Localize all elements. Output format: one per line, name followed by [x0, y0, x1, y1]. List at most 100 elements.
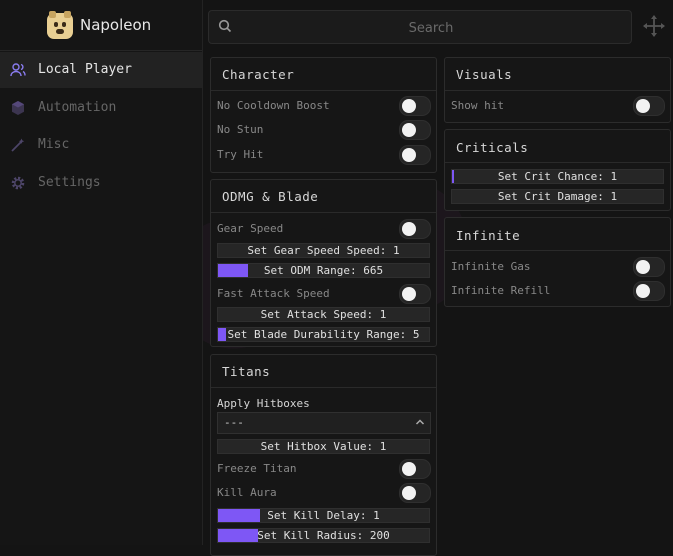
- toggle-label: Freeze Titan: [217, 462, 297, 475]
- slider-label: Set Kill Radius: 200: [257, 529, 390, 542]
- blade-durability-slider[interactable]: Set Blade Durability Range: 5: [217, 327, 430, 342]
- infinite-panel: Infinite Infinite Gas Infinite Refill: [444, 217, 671, 307]
- toggle-knob: [636, 260, 650, 274]
- attack-speed-slider[interactable]: Set Attack Speed: 1: [217, 307, 430, 322]
- crit-chance-slider[interactable]: Set Crit Chance: 1: [451, 169, 664, 184]
- divider: [211, 90, 436, 91]
- divider: [211, 212, 436, 213]
- users-icon: [10, 63, 26, 77]
- toggle-label: No Cooldown Boost: [217, 99, 330, 112]
- slider-label: Set Hitbox Value: 1: [260, 440, 387, 453]
- gear-icon: [11, 176, 25, 190]
- toggle-knob: [402, 287, 416, 301]
- cube-icon: [12, 101, 24, 115]
- hitbox-value-slider[interactable]: Set Hitbox Value: 1: [217, 439, 430, 454]
- no-cooldown-boost-row: No Cooldown Boost: [217, 96, 431, 116]
- divider: [445, 250, 670, 251]
- slider-label: Set Blade Durability Range: 5: [227, 328, 420, 341]
- sidebar-item-label: Misc: [38, 137, 70, 152]
- toggle-label: Show hit: [451, 99, 504, 112]
- sidebar-item-automation[interactable]: Automation: [0, 90, 202, 126]
- move-icon[interactable]: [642, 14, 666, 38]
- toggle-knob: [402, 462, 416, 476]
- slider-label: Set Gear Speed Speed: 1: [247, 244, 400, 257]
- search-icon: [218, 19, 232, 33]
- odmg-blade-panel: ODMG & Blade Gear Speed Set Gear Speed S…: [210, 179, 437, 347]
- toggle-knob: [402, 148, 416, 162]
- panel-title: Criticals: [456, 140, 529, 155]
- divider: [211, 387, 436, 388]
- toggle-knob: [402, 123, 416, 137]
- infinite-gas-toggle[interactable]: [633, 257, 665, 277]
- no-stun-row: No Stun: [217, 120, 431, 140]
- toggle-label: Infinite Refill: [451, 284, 551, 297]
- brand-header: Napoleon: [0, 0, 202, 51]
- search-input[interactable]: [239, 18, 623, 38]
- sidebar-item-label: Automation: [38, 100, 117, 115]
- app-title: Napoleon: [80, 16, 152, 34]
- criticals-panel: Criticals Set Crit Chance: 1 Set Crit Da…: [444, 129, 671, 211]
- toggle-knob: [636, 284, 650, 298]
- infinite-refill-row: Infinite Refill: [451, 281, 665, 301]
- gear-speed-toggle[interactable]: [399, 219, 431, 239]
- apply-hitboxes-label: Apply Hitboxes: [217, 397, 310, 410]
- toggle-knob: [402, 222, 416, 236]
- sidebar-item-misc[interactable]: Misc: [0, 127, 202, 163]
- character-panel: Character No Cooldown Boost No Stun Try …: [210, 57, 437, 173]
- gear-speed-slider[interactable]: Set Gear Speed Speed: 1: [217, 243, 430, 258]
- slider-label: Set Attack Speed: 1: [260, 308, 387, 321]
- kill-delay-slider[interactable]: Set Kill Delay: 1: [217, 508, 430, 523]
- visuals-panel: Visuals Show hit: [444, 57, 671, 123]
- gear-speed-row: Gear Speed: [217, 219, 431, 239]
- dropdown-value: ---: [224, 416, 244, 429]
- sidebar-item-label: Settings: [38, 175, 101, 190]
- toggle-label: Gear Speed: [217, 222, 284, 235]
- fast-attack-speed-toggle[interactable]: [399, 284, 431, 304]
- panel-title: Visuals: [456, 67, 513, 82]
- crit-damage-slider[interactable]: Set Crit Damage: 1: [451, 189, 664, 204]
- panel-title: Infinite: [456, 228, 521, 243]
- toggle-label: Try Hit: [217, 148, 264, 161]
- panel-title: Titans: [222, 364, 271, 379]
- toggle-knob: [636, 99, 650, 113]
- no-cooldown-boost-toggle[interactable]: [399, 96, 431, 116]
- sidebar-item-local-player[interactable]: Local Player: [0, 52, 202, 88]
- panel-title: ODMG & Blade: [222, 189, 319, 204]
- try-hit-toggle[interactable]: [399, 145, 431, 165]
- toggle-label: Fast Attack Speed: [217, 287, 330, 300]
- kill-aura-toggle[interactable]: [399, 483, 431, 503]
- chevron-up-icon: [415, 419, 425, 425]
- show-hit-row: Show hit: [451, 96, 665, 116]
- show-hit-toggle[interactable]: [633, 96, 665, 116]
- toggle-label: No Stun: [217, 123, 264, 136]
- toggle-label: Infinite Gas: [451, 260, 531, 273]
- kill-aura-row: Kill Aura: [217, 483, 431, 503]
- infinite-gas-row: Infinite Gas: [451, 257, 665, 277]
- apply-hitboxes-dropdown[interactable]: ---: [217, 412, 431, 434]
- no-stun-toggle[interactable]: [399, 120, 431, 140]
- try-hit-row: Try Hit: [217, 145, 431, 165]
- search-bar: [208, 10, 632, 44]
- wand-icon: [11, 138, 25, 152]
- kill-radius-slider[interactable]: Set Kill Radius: 200: [217, 528, 430, 543]
- sidebar-item-settings[interactable]: Settings: [0, 165, 202, 201]
- slider-label: Set Kill Delay: 1: [267, 509, 380, 522]
- fast-attack-speed-row: Fast Attack Speed: [217, 284, 431, 304]
- panel-title: Character: [222, 67, 295, 82]
- sidebar: Napoleon Local Player Automation Misc Se…: [0, 0, 203, 545]
- freeze-titan-row: Freeze Titan: [217, 459, 431, 479]
- app-logo-icon: [47, 11, 73, 39]
- divider: [445, 90, 670, 91]
- toggle-label: Kill Aura: [217, 486, 277, 499]
- toggle-knob: [402, 99, 416, 113]
- toggle-knob: [402, 486, 416, 500]
- infinite-refill-toggle[interactable]: [633, 281, 665, 301]
- sidebar-item-label: Local Player: [38, 62, 132, 77]
- freeze-titan-toggle[interactable]: [399, 459, 431, 479]
- slider-label: Set ODM Range: 665: [263, 264, 384, 277]
- slider-label: Set Crit Chance: 1: [497, 170, 618, 183]
- titans-panel: Titans Apply Hitboxes --- Set Hitbox Val…: [210, 354, 437, 556]
- divider: [445, 162, 670, 163]
- odm-range-slider[interactable]: Set ODM Range: 665: [217, 263, 430, 278]
- slider-label: Set Crit Damage: 1: [497, 190, 618, 203]
